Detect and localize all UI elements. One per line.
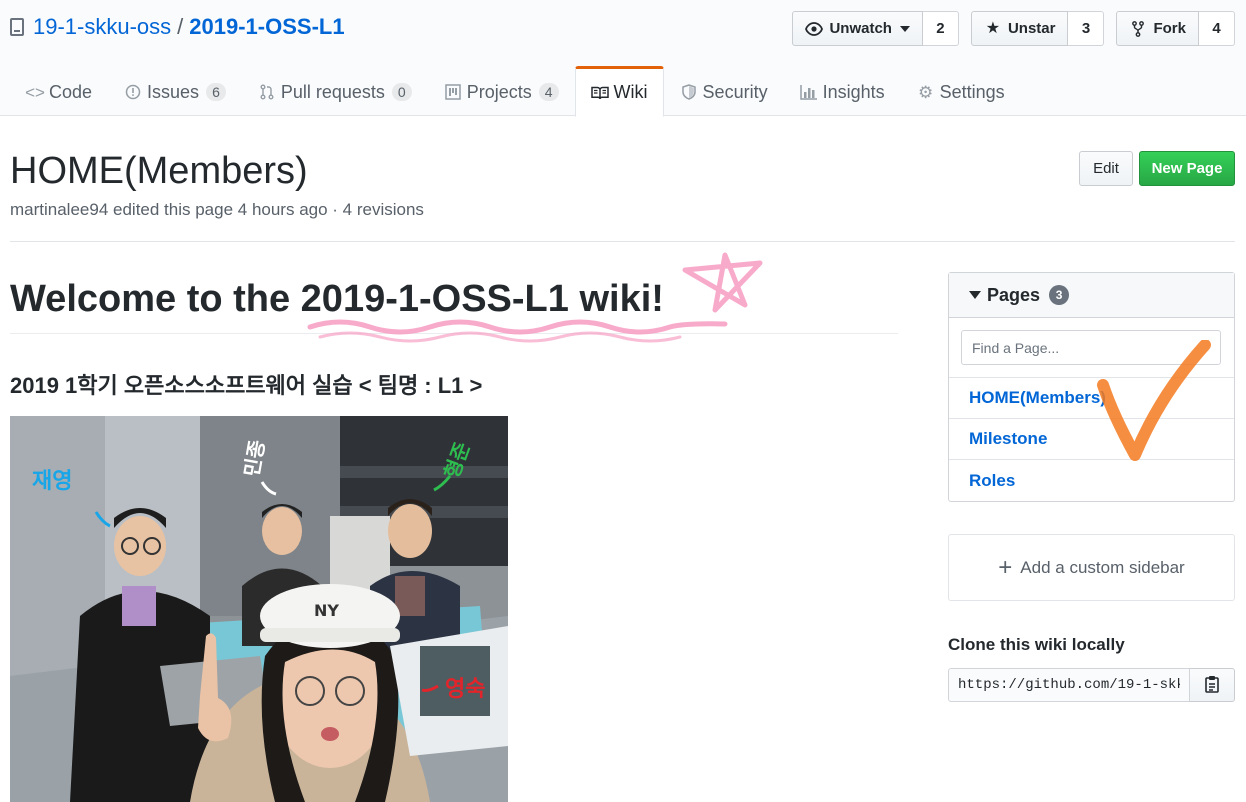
repo-actions: Unwatch 2 ★ Unstar 3 Fork 4 [792, 11, 1235, 46]
tab-insights[interactable]: Insights [784, 66, 901, 116]
code-icon: <> [25, 82, 45, 102]
repo-owner-link[interactable]: 19-1-skku-oss [33, 14, 171, 40]
wiki-heading: Welcome to the 2019-1-OSS-L1 wiki! [10, 278, 664, 320]
page-link-roles[interactable]: Roles [949, 460, 1234, 501]
add-custom-sidebar-button[interactable]: + Add a custom sidebar [948, 534, 1235, 601]
new-page-button[interactable]: New Page [1139, 151, 1235, 186]
pull-request-icon [258, 83, 276, 101]
tab-pull-requests[interactable]: Pull requests 0 [242, 66, 428, 116]
plus-icon: + [998, 553, 1013, 581]
fork-icon [1129, 20, 1147, 38]
edit-button[interactable]: Edit [1079, 151, 1133, 186]
repo-name-link[interactable]: 2019-1-OSS-L1 [189, 14, 344, 40]
book-icon [590, 84, 609, 102]
tab-label: Projects [466, 81, 532, 102]
project-icon [444, 83, 462, 101]
repo-icon [10, 18, 24, 36]
unwatch-label: Unwatch [829, 20, 892, 37]
wiki-page-meta: martinalee94 edited this page 4 hours ag… [10, 200, 424, 219]
projects-counter: 4 [538, 83, 559, 101]
tab-label: Security [702, 81, 768, 102]
svg-text:NY: NY [314, 601, 339, 620]
star-icon: ★ [985, 19, 1001, 37]
tab-label: Wiki [613, 82, 648, 102]
clone-label: Clone this wiki locally [948, 635, 1125, 654]
pages-toggle[interactable]: Pages 3 [949, 273, 1234, 318]
unstar-button[interactable]: ★ Unstar [970, 11, 1069, 46]
pages-title: Pages [987, 284, 1041, 305]
tab-label: Pull requests [280, 81, 385, 102]
photo-label-jaeyoung: 재영 [32, 469, 72, 494]
unwatch-button[interactable]: Unwatch [792, 11, 923, 46]
tab-settings[interactable]: ⚙ Settings [901, 66, 1021, 116]
tab-projects[interactable]: Projects 4 [428, 66, 575, 116]
photo-label-youngsook: 영숙 [445, 677, 485, 702]
find-page-input[interactable] [961, 330, 1221, 365]
title-divider [10, 241, 1235, 242]
page-link-home[interactable]: HOME(Members) [949, 378, 1234, 419]
eye-icon [805, 20, 824, 38]
wiki-page-title: HOME(Members) [10, 150, 308, 192]
repo-nav: <> Code Issues 6 Pull requests 0 Project… [10, 66, 1021, 117]
shield-icon [680, 83, 698, 101]
clone-url-field[interactable] [948, 668, 1190, 702]
unstar-label: Unstar [1007, 20, 1056, 37]
star-group: ★ Unstar 3 [970, 11, 1105, 46]
stargazers-count[interactable]: 3 [1068, 11, 1105, 46]
tab-label: Issues [147, 81, 200, 102]
pages-filter [949, 318, 1234, 378]
gear-icon: ⚙ [918, 82, 934, 102]
clone-url-group [948, 668, 1235, 702]
fork-label: Fork [1153, 20, 1186, 37]
issues-counter: 6 [206, 83, 226, 101]
team-photo[interactable]: NY 재영 민종 형준 영숙 [10, 416, 508, 802]
issue-icon [124, 83, 142, 101]
clipboard-icon [1204, 675, 1220, 696]
chevron-down-icon [899, 25, 910, 32]
page-link-milestone[interactable]: Milestone [949, 419, 1234, 460]
tab-code[interactable]: <> Code [10, 66, 108, 116]
copy-clipboard-button[interactable] [1190, 668, 1235, 702]
tab-wiki[interactable]: Wiki [574, 66, 664, 117]
repo-separator: / [177, 14, 184, 39]
wiki-subheading: 2019 1학기 오픈소스소프트웨어 실습 < 팀명 : L1 > [10, 373, 483, 398]
fork-group: Fork 4 [1116, 11, 1235, 46]
graph-icon [799, 83, 818, 101]
heading-divider [10, 333, 898, 334]
wiki-page-actions: Edit New Page [1079, 151, 1235, 186]
tab-label: Code [49, 81, 93, 102]
repo-header: 19-1-skku-oss / 2019-1-OSS-L1 Unwatch 2 … [0, 0, 1246, 117]
forks-count[interactable]: 4 [1199, 11, 1235, 46]
repo-title: 19-1-skku-oss / 2019-1-OSS-L1 [10, 14, 345, 40]
pages-count-badge: 3 [1049, 285, 1070, 305]
tab-security[interactable]: Security [664, 66, 784, 116]
tab-issues[interactable]: Issues 6 [108, 66, 242, 116]
watch-group: Unwatch 2 [792, 11, 959, 46]
fork-button[interactable]: Fork [1116, 11, 1199, 46]
tab-label: Insights [822, 81, 885, 102]
pages-panel: Pages 3 HOME(Members) Milestone Roles [948, 272, 1235, 502]
pull-requests-counter: 0 [391, 83, 412, 101]
tab-label: Settings [939, 81, 1005, 102]
add-custom-sidebar-label: Add a custom sidebar [1020, 557, 1185, 577]
triangle-down-icon [969, 291, 981, 299]
watchers-count[interactable]: 2 [922, 11, 959, 46]
